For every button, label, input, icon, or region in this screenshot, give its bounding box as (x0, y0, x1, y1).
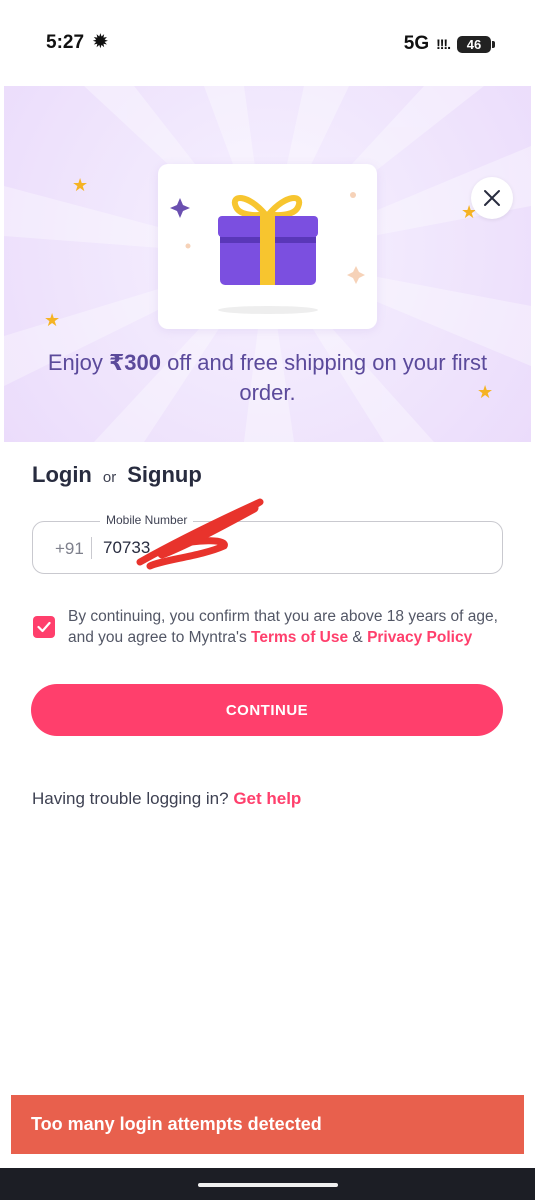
continue-button[interactable]: CONTINUE (31, 684, 503, 736)
status-indicators: 5G !!!. 46 (403, 33, 495, 55)
promo-banner: ★ ★ ★ ★ Enjoy ₹300 off and free shipping… (4, 86, 531, 442)
offer-suffix: off and free shipping on your first orde… (161, 350, 488, 405)
login-title: Login (32, 462, 92, 487)
login-screen: 5:27 ✹ 5G !!!. 46 ★ ★ ★ ★ Enjoy ₹300 off… (0, 0, 535, 1200)
error-toast: Too many login attempts detected (11, 1095, 524, 1154)
star-icon: ★ (44, 310, 61, 330)
consent-text: By continuing, you confirm that you are … (68, 606, 518, 648)
status-time: 5:27 (46, 32, 85, 53)
help-text: Having trouble logging in? Get help (32, 789, 301, 809)
offer-prefix: Enjoy (47, 350, 109, 375)
signup-title: Signup (127, 462, 202, 487)
check-icon (37, 621, 51, 633)
signal-icon: !!!. (436, 36, 451, 52)
country-code: +91 (55, 539, 84, 558)
close-button[interactable] (471, 177, 513, 219)
battery-icon: 46 (457, 35, 495, 53)
toast-message: Too many login attempts detected (31, 1114, 322, 1134)
privacy-policy-link[interactable]: Privacy Policy (367, 629, 472, 646)
offer-amount: ₹300 (109, 350, 162, 375)
field-divider (91, 537, 92, 559)
help-question: Having trouble logging in? (32, 789, 234, 808)
or-label: or (102, 469, 117, 486)
system-nav-bar (0, 1168, 535, 1200)
terms-of-use-link[interactable]: Terms of Use (251, 629, 348, 646)
star-icon: ★ (72, 175, 89, 195)
consent-ampersand: & (348, 629, 368, 646)
get-help-link[interactable]: Get help (233, 789, 301, 808)
close-icon (484, 190, 500, 206)
gift-card (158, 164, 377, 329)
network-type: 5G (403, 33, 430, 54)
gift-icon (170, 192, 365, 314)
home-gesture-handle[interactable] (198, 1183, 338, 1187)
notification-icon: ✹ (92, 31, 109, 53)
offer-text: Enjoy ₹300 off and free shipping on your… (44, 348, 491, 408)
consent-checkbox[interactable] (33, 616, 55, 638)
login-heading: Login or Signup (32, 462, 202, 488)
redaction-scribble (136, 498, 264, 570)
status-bar: 5:27 ✹ 5G !!!. 46 (0, 0, 535, 86)
